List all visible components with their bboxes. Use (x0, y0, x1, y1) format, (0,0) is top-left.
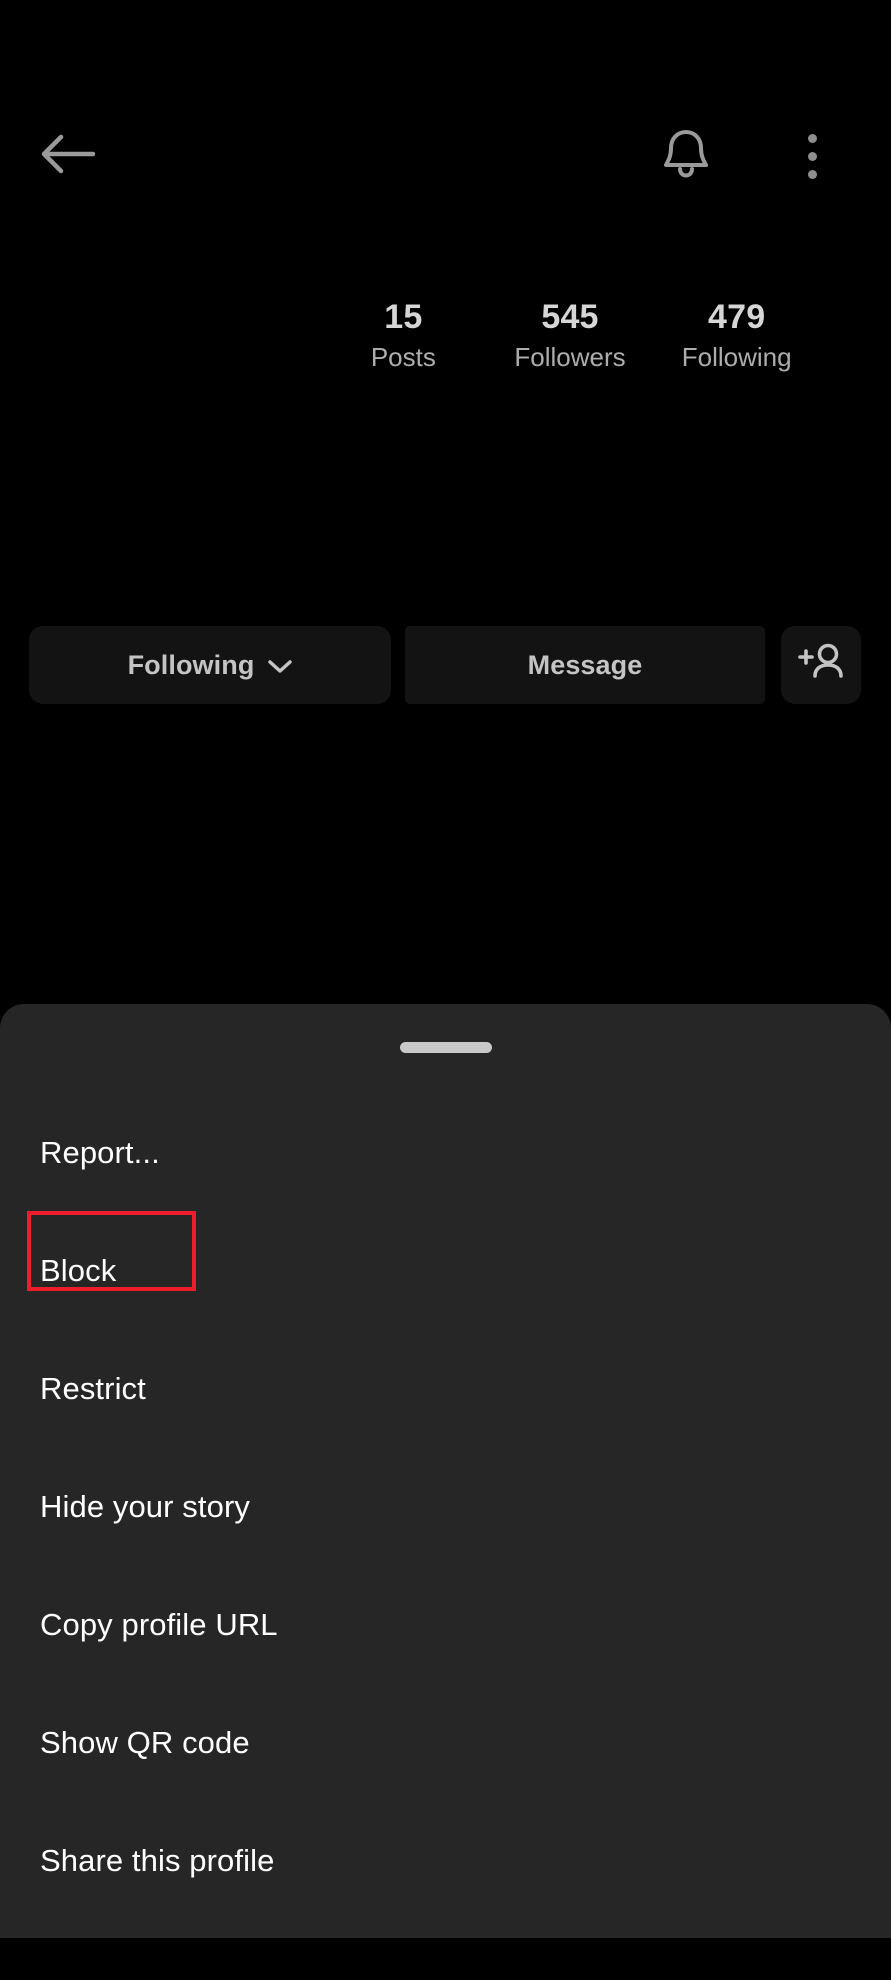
message-button[interactable]: Message (405, 626, 765, 704)
menu-item-label: Report... (40, 1135, 160, 1170)
options-menu-list: Report... Block Restrict Hide your story… (0, 1094, 891, 1920)
menu-item-hide-your-story[interactable]: Hide your story (0, 1448, 891, 1566)
stat-following-label: Following (681, 342, 792, 372)
menu-item-label: Copy profile URL (40, 1607, 278, 1642)
menu-item-block[interactable]: Block (0, 1212, 891, 1330)
menu-item-show-qr-code[interactable]: Show QR code (0, 1684, 891, 1802)
top-app-bar (0, 110, 891, 200)
menu-item-restrict[interactable]: Restrict (0, 1330, 891, 1448)
profile-stats: 15 Posts 545 Followers 479 Following (320, 296, 820, 374)
stat-posts-value: 15 (384, 298, 423, 336)
bell-icon (660, 126, 712, 187)
more-options-button[interactable] (780, 124, 844, 188)
profile-action-buttons: Following Message (0, 624, 891, 706)
menu-item-label: Block (40, 1253, 117, 1288)
system-navigation-bar (0, 1938, 891, 1980)
following-button[interactable]: Following (29, 626, 391, 704)
notifications-button[interactable] (654, 124, 718, 188)
menu-item-label: Share this profile (40, 1843, 275, 1878)
following-button-label: Following (127, 649, 255, 680)
stat-posts-label: Posts (370, 342, 436, 372)
stat-followers-value: 545 (541, 298, 599, 336)
add-person-icon (798, 642, 844, 689)
stat-followers-label: Followers (514, 342, 626, 372)
stat-following-value: 479 (708, 298, 766, 336)
kebab-menu-icon (807, 129, 817, 183)
back-arrow-icon (39, 133, 96, 180)
menu-item-label: Restrict (40, 1371, 146, 1406)
stat-posts[interactable]: 15 Posts (320, 296, 487, 374)
add-user-button[interactable] (781, 626, 861, 704)
back-button[interactable] (28, 128, 106, 184)
chevron-down-icon (268, 650, 293, 681)
menu-item-report[interactable]: Report... (0, 1094, 891, 1212)
menu-item-label: Hide your story (40, 1489, 250, 1524)
stat-following[interactable]: 479 Following (653, 296, 820, 374)
menu-item-copy-profile-url[interactable]: Copy profile URL (0, 1566, 891, 1684)
options-bottom-sheet: Report... Block Restrict Hide your story… (0, 1004, 891, 1938)
profile-screen: 15 Posts 545 Followers 479 Following Fol… (0, 0, 891, 1980)
menu-item-share-this-profile[interactable]: Share this profile (0, 1802, 891, 1920)
menu-item-label: Show QR code (40, 1725, 250, 1760)
message-button-label: Message (527, 649, 643, 680)
drag-handle[interactable] (399, 1042, 492, 1053)
stat-followers[interactable]: 545 Followers (487, 296, 654, 374)
